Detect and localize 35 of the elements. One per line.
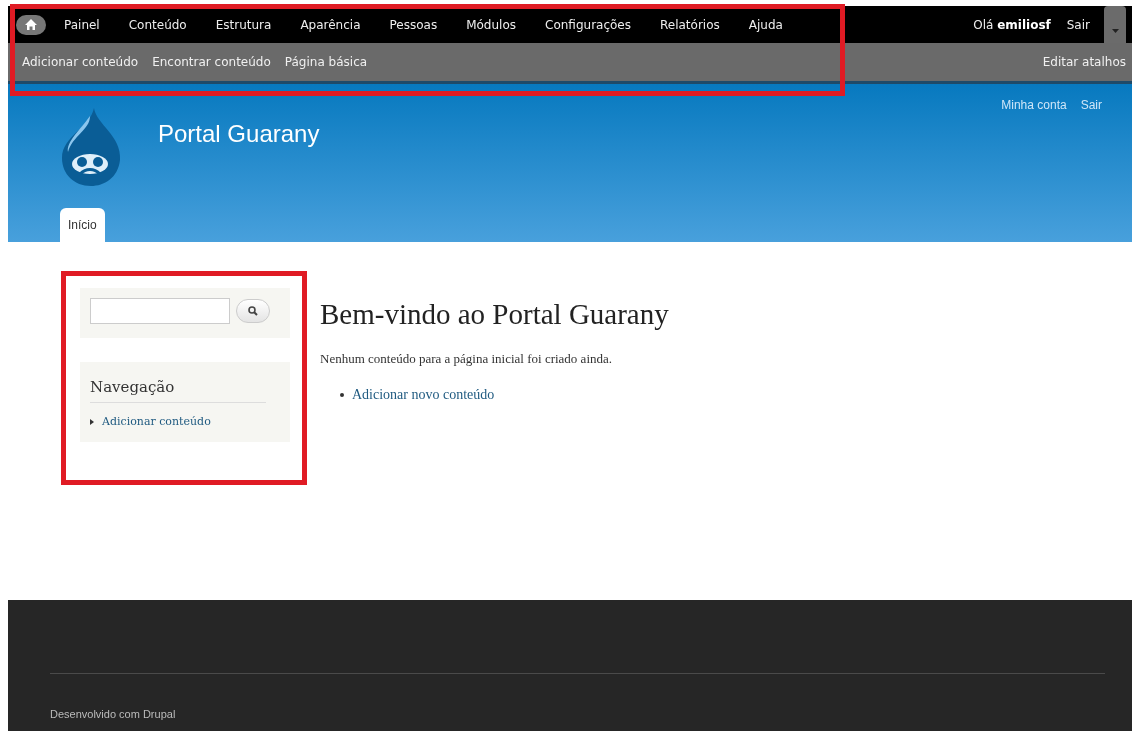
shortcuts-toggle[interactable] [1104, 6, 1126, 43]
search-button[interactable] [236, 299, 270, 323]
caret-icon [1111, 29, 1119, 33]
shortcut-link[interactable]: Encontrar conteúdo [152, 55, 271, 69]
home-icon [25, 19, 37, 30]
toolbar-menu-item[interactable]: Painel [52, 17, 117, 32]
nav-link[interactable]: Adicionar conteúdo [102, 415, 211, 428]
content-link[interactable]: Adicionar novo conteúdo [352, 387, 495, 403]
drop-logo-icon[interactable] [60, 106, 122, 188]
shortcut-link[interactable]: Adicionar conteúdo [22, 55, 139, 69]
page-title: Bem-vindo ao Portal Guarany [320, 298, 669, 331]
toolbar-menu-item[interactable]: Configurações [533, 17, 648, 32]
toolbar-menu-item[interactable]: Relatórios [648, 17, 737, 32]
site-name[interactable]: Portal Guarany [158, 120, 320, 148]
toolbar-menu-item[interactable]: Aparência [288, 17, 378, 32]
nav-tab[interactable]: Início [60, 208, 105, 242]
home-button[interactable] [16, 14, 46, 35]
edit-shortcuts-link[interactable]: Editar atalhos [1042, 55, 1126, 69]
toolbar-menu-item[interactable]: Conteúdo [116, 17, 204, 32]
search-field[interactable] [90, 298, 230, 324]
bullet-arrow-icon [90, 418, 94, 425]
secondary-menu-link[interactable]: Minha conta [1001, 98, 1067, 112]
toolbar-menu-item[interactable]: Pessoas [377, 17, 455, 32]
search-icon [248, 306, 258, 316]
toolbar-menu-item[interactable]: Estrutura [203, 17, 289, 32]
user-greeting: Olá emiliosf [973, 17, 1051, 32]
bullet-icon [340, 393, 344, 397]
toolbar-menu-item[interactable]: Módulos [454, 17, 534, 32]
footer-text: Desenvolvido com Drupal [50, 708, 177, 720]
block-title: Navegação [90, 378, 266, 403]
logout-link[interactable]: Sair [1066, 17, 1090, 32]
secondary-menu-link[interactable]: Sair [1080, 98, 1102, 112]
page-text: Nenhum conteúdo para a página inicial foi criado ainda. [320, 351, 614, 367]
toolbar-menu-item[interactable]: Ajuda [736, 17, 800, 32]
shortcut-link[interactable]: Página básica [284, 55, 368, 69]
